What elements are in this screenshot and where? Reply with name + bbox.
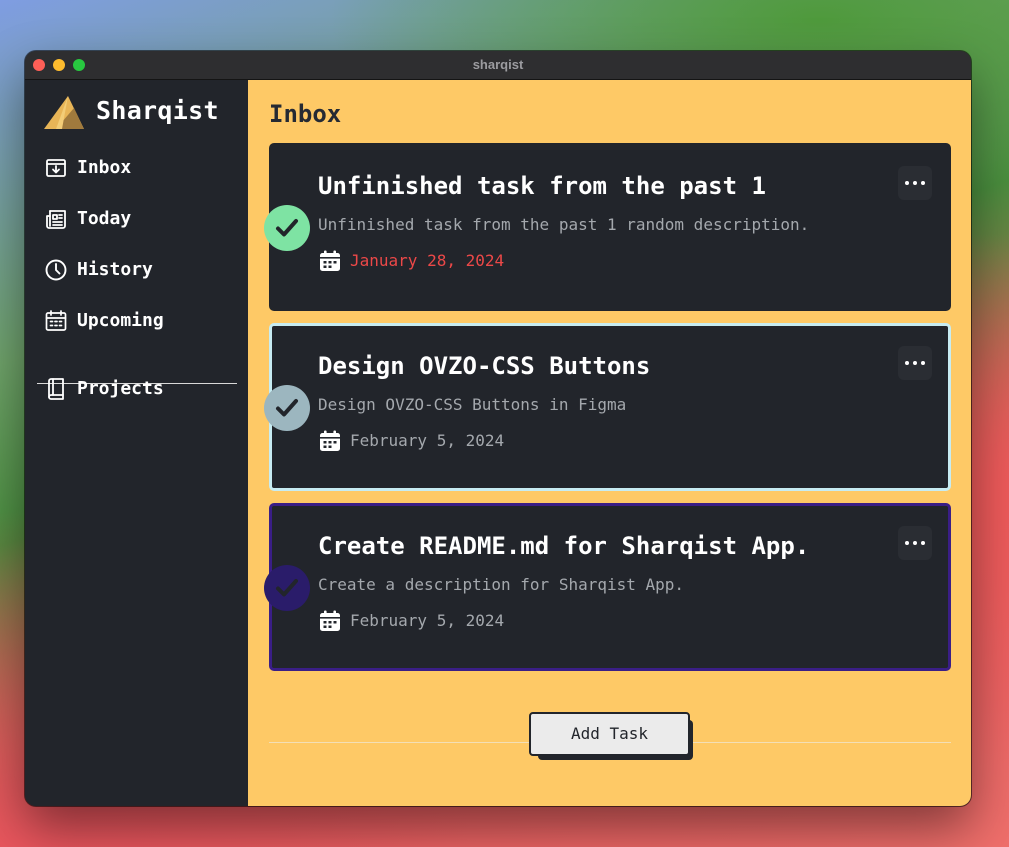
sidebar-item-label: History xyxy=(77,259,153,280)
calendar-icon xyxy=(320,250,340,271)
checkmark-icon xyxy=(276,579,298,597)
sidebar: Sharqist Inbox Today History Upcoming Pr… xyxy=(25,80,248,806)
task-card[interactable]: Create README.md for Sharqist App. Creat… xyxy=(264,503,951,671)
page-title: Inbox xyxy=(269,100,342,128)
sidebar-item-inbox[interactable]: Inbox xyxy=(44,152,244,184)
sidebar-item-history[interactable]: History xyxy=(44,254,244,286)
sidebar-item-today[interactable]: Today xyxy=(44,203,244,235)
brand-name: Sharqist xyxy=(96,96,219,125)
task-card[interactable]: Design OVZO-CSS Buttons Design OVZO-CSS … xyxy=(264,323,951,491)
sidebar-item-label: Inbox xyxy=(77,157,132,178)
sidebar-item-label: Projects xyxy=(77,378,164,399)
task-card[interactable]: Unfinished task from the past 1 Unfinish… xyxy=(264,143,951,311)
title-bar: sharqist xyxy=(25,51,971,80)
task-due-date: February 5, 2024 xyxy=(350,431,505,450)
more-horizontal-icon xyxy=(905,361,925,365)
more-horizontal-icon xyxy=(905,541,925,545)
newspaper-icon xyxy=(46,210,66,229)
sidebar-item-upcoming[interactable]: Upcoming xyxy=(44,305,244,337)
app-window: sharqist Sharqist Inbox Today History Up… xyxy=(25,51,971,806)
checkmark-icon xyxy=(276,399,298,417)
task-description: Create a description for Sharqist App. xyxy=(318,575,685,594)
sidebar-item-projects[interactable]: Projects xyxy=(44,373,244,405)
task-options-button[interactable] xyxy=(898,166,932,200)
calendar-icon xyxy=(320,430,340,451)
task-title: Unfinished task from the past 1 xyxy=(318,172,766,200)
task-title: Design OVZO-CSS Buttons xyxy=(318,352,651,380)
inbox-icon xyxy=(46,159,66,177)
book-icon xyxy=(48,378,64,400)
task-due-date: February 5, 2024 xyxy=(350,611,505,630)
task-options-button[interactable] xyxy=(898,526,932,560)
main-content: Inbox Unfinished task from the past 1 Un… xyxy=(248,80,971,806)
sidebar-item-label: Upcoming xyxy=(77,310,164,331)
complete-task-button[interactable] xyxy=(264,385,310,431)
mountain-logo-icon xyxy=(44,96,84,129)
clock-icon xyxy=(45,259,67,281)
more-horizontal-icon xyxy=(905,181,925,185)
window-title: sharqist xyxy=(472,57,524,72)
calendar-icon xyxy=(320,610,340,631)
checkmark-icon xyxy=(276,219,298,237)
task-options-button[interactable] xyxy=(898,346,932,380)
sidebar-item-label: Today xyxy=(77,208,132,229)
task-title: Create README.md for Sharqist App. xyxy=(318,532,810,560)
complete-task-button[interactable] xyxy=(264,205,310,251)
complete-task-button[interactable] xyxy=(264,565,310,611)
task-due-date: January 28, 2024 xyxy=(350,251,505,270)
add-task-button[interactable]: Add Task xyxy=(529,712,690,756)
task-description: Design OVZO-CSS Buttons in Figma xyxy=(318,395,627,414)
calendar-icon xyxy=(45,310,67,331)
task-description: Unfinished task from the past 1 random d… xyxy=(318,215,810,234)
